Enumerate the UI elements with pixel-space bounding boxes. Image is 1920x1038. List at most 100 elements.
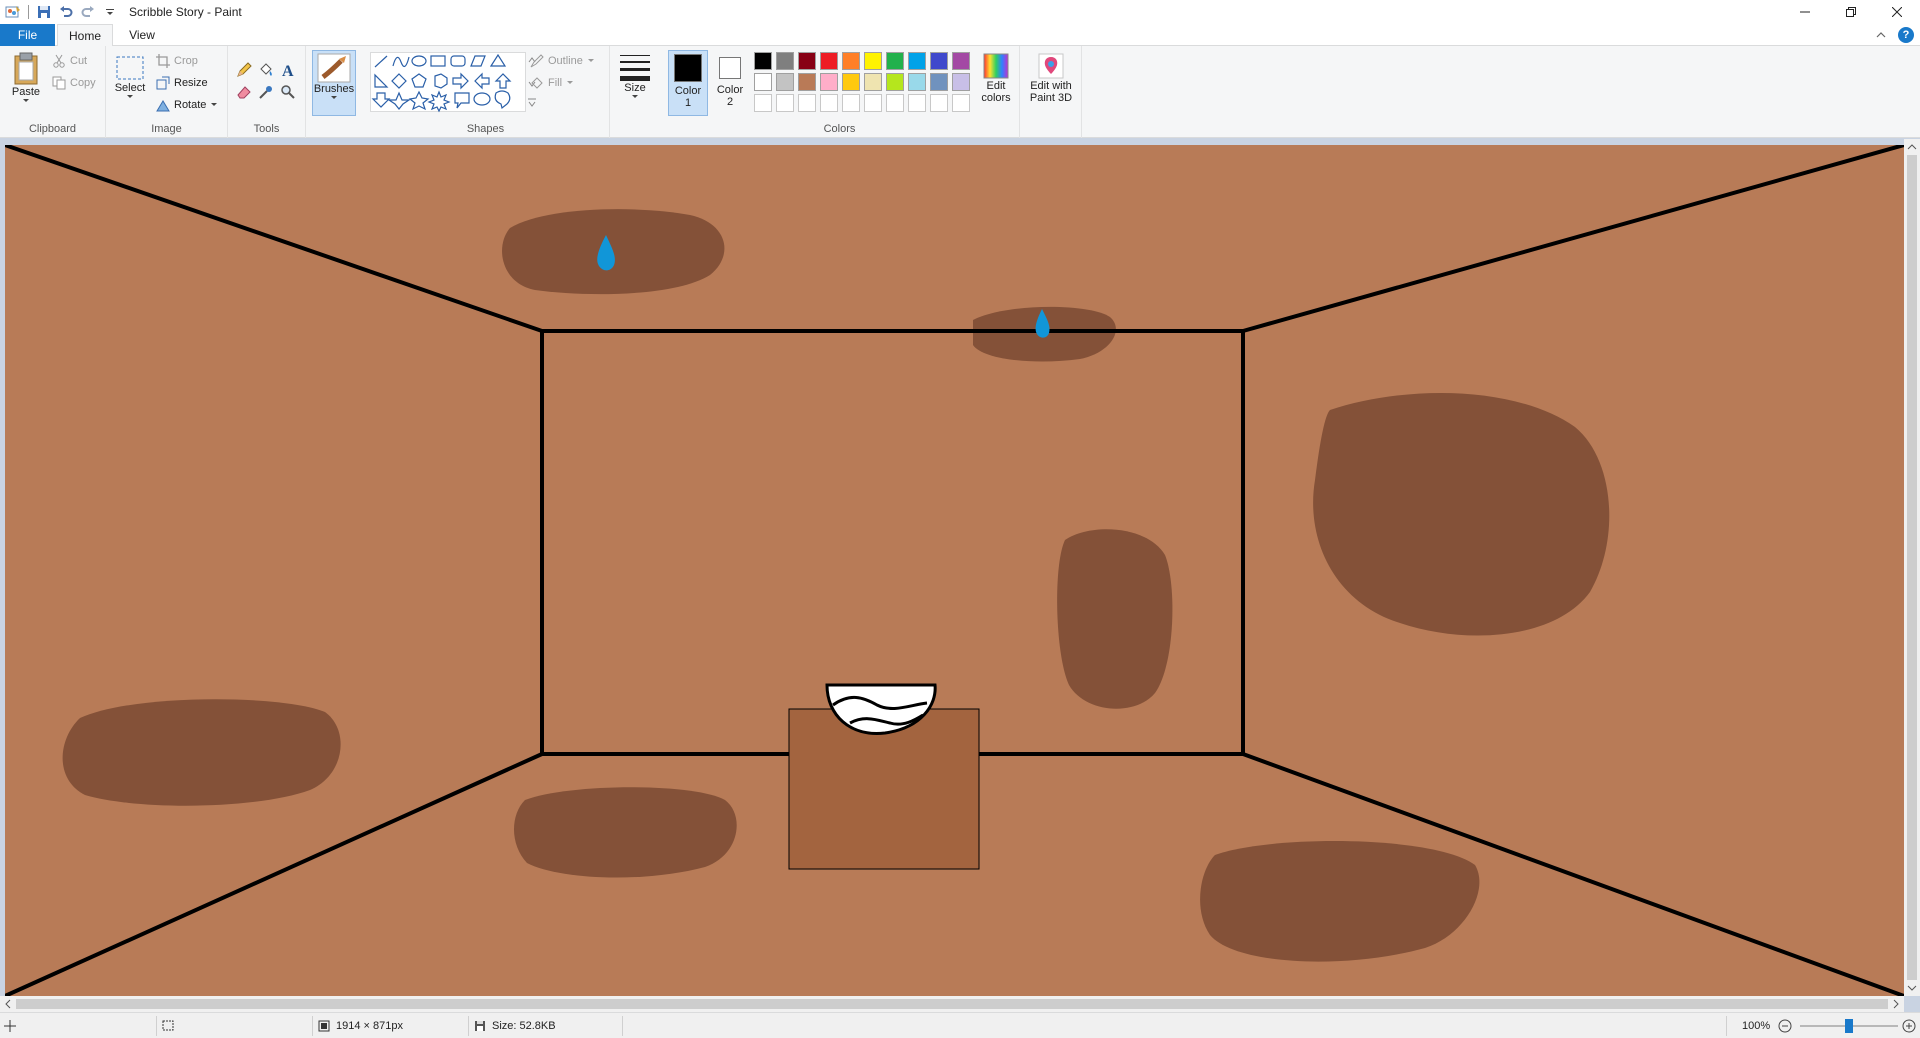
edit-colors-button[interactable]: Edit colors bbox=[974, 52, 1018, 104]
custom-color-slot[interactable] bbox=[842, 94, 860, 112]
custom-color-slot[interactable] bbox=[864, 94, 882, 112]
horizontal-scrollbar[interactable] bbox=[0, 996, 1904, 1012]
shapes-gallery-icons bbox=[371, 53, 512, 113]
custom-color-slot[interactable] bbox=[886, 94, 904, 112]
help-icon[interactable]: ? bbox=[1898, 27, 1914, 43]
zoom-out-button[interactable] bbox=[1778, 1013, 1792, 1038]
tab-view[interactable]: View bbox=[118, 24, 166, 46]
color-palette bbox=[754, 52, 976, 116]
custom-color-slot[interactable] bbox=[776, 94, 794, 112]
color-swatch[interactable] bbox=[908, 73, 926, 91]
close-button[interactable] bbox=[1874, 0, 1920, 24]
color-swatch[interactable] bbox=[886, 52, 904, 70]
tools-group-label: Tools bbox=[253, 123, 280, 135]
tab-home[interactable]: Home bbox=[57, 24, 113, 47]
color-swatch[interactable] bbox=[798, 52, 816, 70]
scroll-left-icon[interactable] bbox=[0, 996, 16, 1012]
crop-button[interactable]: Crop bbox=[156, 52, 198, 70]
cut-button[interactable]: Cut bbox=[52, 52, 87, 70]
file-size: Size: 52.8KB bbox=[474, 1013, 556, 1038]
custom-color-slot[interactable] bbox=[908, 94, 926, 112]
stain bbox=[62, 699, 341, 806]
color-swatch[interactable] bbox=[908, 52, 926, 70]
select-button[interactable]: Select bbox=[114, 54, 146, 100]
shapes-gallery[interactable] bbox=[370, 52, 526, 113]
chevron-down-icon bbox=[23, 99, 29, 102]
colors-group: Color 1 Color 2 Edit colors Colors bbox=[660, 46, 1020, 138]
ribbon-right-controls: ? bbox=[1876, 27, 1914, 43]
brushes-button[interactable]: Brushes bbox=[312, 50, 356, 116]
color-swatch[interactable] bbox=[776, 73, 794, 91]
color-swatch[interactable] bbox=[952, 52, 970, 70]
rotate-button[interactable]: Rotate bbox=[156, 96, 218, 114]
paint-app-icon[interactable] bbox=[4, 3, 22, 21]
zoom-text: 100% bbox=[1742, 1020, 1771, 1032]
scissors-icon bbox=[53, 54, 65, 68]
color-swatch[interactable] bbox=[754, 73, 772, 91]
drawing-canvas[interactable] bbox=[4, 143, 1904, 996]
vertical-scrollbar[interactable] bbox=[1904, 139, 1920, 996]
color-swatch[interactable] bbox=[776, 52, 794, 70]
zoom-slider[interactable] bbox=[1800, 1019, 1898, 1033]
tab-file[interactable]: File bbox=[0, 24, 55, 46]
color-swatch[interactable] bbox=[864, 52, 882, 70]
paint3d-label-line2: Paint 3D bbox=[1029, 92, 1073, 104]
edit-with-paint3d-button[interactable]: Edit with Paint 3D bbox=[1024, 52, 1078, 104]
text-icon[interactable]: A bbox=[278, 60, 298, 80]
dimensions-icon bbox=[318, 1020, 330, 1032]
clipboard-group-label: Clipboard bbox=[28, 123, 77, 135]
save-icon[interactable] bbox=[35, 3, 53, 21]
color2-button[interactable]: Color 2 bbox=[712, 50, 748, 116]
shapes-group: Outline Fill Shapes bbox=[362, 46, 610, 138]
color-swatch[interactable] bbox=[820, 73, 838, 91]
color-swatch[interactable] bbox=[842, 52, 860, 70]
crosshair-icon bbox=[4, 1020, 16, 1032]
color-picker-icon[interactable] bbox=[256, 82, 276, 102]
drawing bbox=[4, 143, 1904, 996]
paste-button[interactable]: Paste bbox=[8, 52, 44, 104]
copy-button[interactable]: Copy bbox=[52, 74, 96, 92]
custom-color-slot[interactable] bbox=[798, 94, 816, 112]
outline-button[interactable]: Outline bbox=[530, 52, 595, 70]
color-swatch[interactable] bbox=[886, 73, 904, 91]
horizontal-scroll-thumb[interactable] bbox=[16, 999, 1888, 1009]
zoom-slider-thumb[interactable] bbox=[1845, 1019, 1853, 1033]
color-swatch[interactable] bbox=[754, 52, 772, 70]
vertical-scroll-thumb[interactable] bbox=[1907, 155, 1917, 980]
collapse-ribbon-icon[interactable] bbox=[1876, 28, 1886, 42]
custom-color-slot[interactable] bbox=[930, 94, 948, 112]
scroll-down-icon[interactable] bbox=[1904, 980, 1920, 996]
color-swatch[interactable] bbox=[930, 52, 948, 70]
edit-colors-label-line1: Edit bbox=[986, 80, 1006, 92]
color-swatch[interactable] bbox=[864, 73, 882, 91]
zoom-in-button[interactable] bbox=[1902, 1013, 1916, 1038]
color-swatch[interactable] bbox=[798, 73, 816, 91]
resize-button[interactable]: Resize bbox=[156, 74, 208, 92]
minimize-button[interactable] bbox=[1782, 0, 1828, 24]
fill-button[interactable]: Fill bbox=[530, 74, 574, 92]
scroll-right-icon[interactable] bbox=[1888, 996, 1904, 1012]
scroll-up-icon[interactable] bbox=[1904, 139, 1920, 155]
custom-color-slot[interactable] bbox=[820, 94, 838, 112]
image-group: Select Crop Resize Rotate Image bbox=[106, 46, 228, 138]
customize-toolbar-icon[interactable] bbox=[101, 3, 119, 21]
cursor-position bbox=[4, 1013, 16, 1038]
color1-button[interactable]: Color 1 bbox=[668, 50, 708, 116]
magnifier-icon[interactable] bbox=[278, 82, 298, 102]
pencil-icon[interactable] bbox=[234, 60, 254, 80]
color-swatch[interactable] bbox=[842, 73, 860, 91]
size-button[interactable]: Size bbox=[618, 52, 652, 100]
color-swatch[interactable] bbox=[820, 52, 838, 70]
status-bar: 1914 × 871px Size: 52.8KB 100% bbox=[0, 1012, 1920, 1038]
eraser-icon[interactable] bbox=[234, 82, 254, 102]
custom-color-slot[interactable] bbox=[952, 94, 970, 112]
custom-color-slot[interactable] bbox=[754, 94, 772, 112]
brush-icon bbox=[317, 53, 351, 83]
restore-button[interactable] bbox=[1828, 0, 1874, 24]
color-swatch[interactable] bbox=[930, 73, 948, 91]
redo-icon[interactable] bbox=[79, 3, 97, 21]
fill-bucket-icon[interactable] bbox=[256, 60, 276, 80]
color-swatch[interactable] bbox=[952, 73, 970, 91]
file-size-text: Size: 52.8KB bbox=[492, 1020, 556, 1032]
undo-icon[interactable] bbox=[57, 3, 75, 21]
